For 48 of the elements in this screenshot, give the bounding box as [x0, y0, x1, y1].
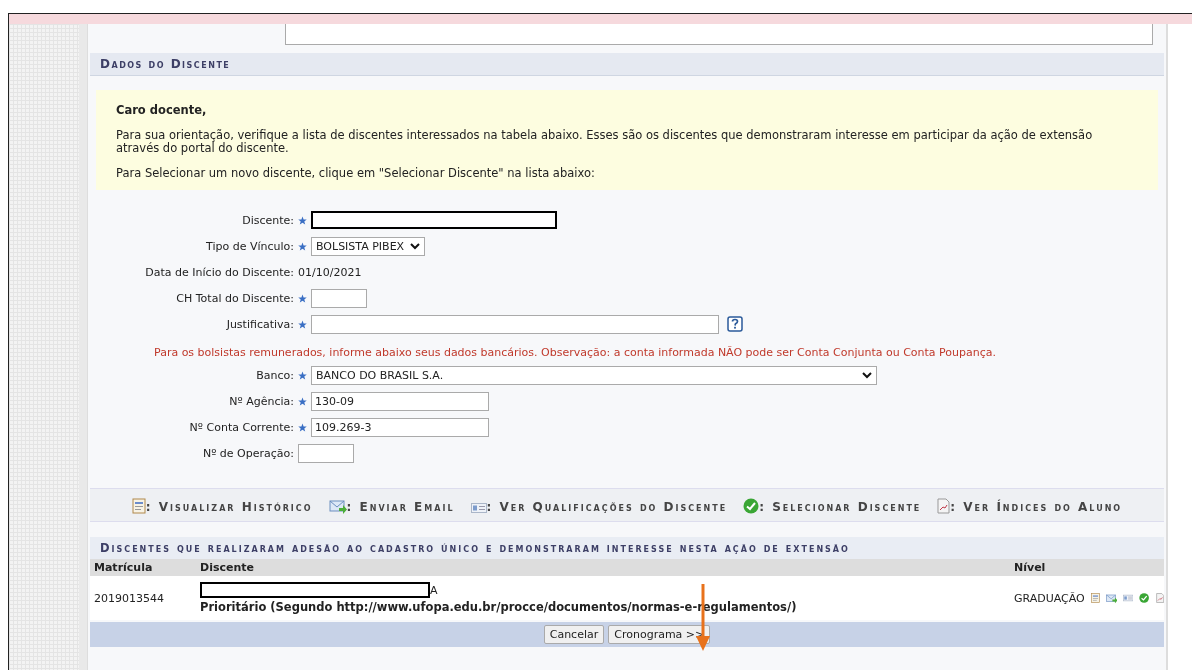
- text-area[interactable]: [285, 24, 1153, 45]
- legend-label: : Ver Índices do Aluno: [950, 500, 1123, 514]
- vinculo-select[interactable]: BOLSISTA PIBEX: [311, 236, 426, 256]
- dropdown-caret-icon: [862, 371, 872, 379]
- bank-warning: Para os bolsistas remunerados, informe abaixo seus dados bancários. Observação: a conta informada NÃO pode ser Conta Conjunta ou Conta Poupança.: [153, 346, 997, 359]
- greeting-text: Caro docente,: [116, 103, 208, 117]
- cancel-button[interactable]: Cancelar: [543, 625, 605, 644]
- field-label: Nº Agência:: [228, 394, 295, 408]
- input-field[interactable]: [311, 288, 367, 308]
- history-icon[interactable]: [1090, 590, 1100, 606]
- field-label: CH Total do Discente:: [175, 291, 295, 305]
- dropdown-caret-icon: [410, 242, 421, 250]
- column-header: Nível: [1014, 561, 1047, 574]
- table-title: Discentes que realizaram adesão ao cadastro único e demonstraram interesse nesta ação de extensão: [90, 537, 1164, 559]
- check-icon[interactable]: [743, 498, 760, 514]
- check-icon[interactable]: [1139, 590, 1150, 606]
- info-paragraph: Para Selecionar um novo discente, clique em "Selecionar Discente" na lista abaixo:: [116, 167, 596, 180]
- id-card-icon[interactable]: [1123, 592, 1134, 604]
- column-header: Discente: [200, 561, 255, 574]
- table-cell: GRADUAÇÃO: [1014, 591, 1085, 605]
- chart-document-icon[interactable]: [937, 498, 951, 514]
- bank-select[interactable]: BANCO DO BRASIL S.A.: [311, 365, 877, 385]
- legend-label: : Ver Qualificações do Discente: [486, 500, 728, 514]
- field-label: Banco:: [255, 368, 295, 382]
- email-icon[interactable]: [328, 499, 347, 514]
- field-label: Nº de Operação:: [201, 446, 295, 460]
- legend-label: : Selecionar Discente: [759, 500, 922, 514]
- field-label: Data de Início do Discente:: [144, 265, 295, 279]
- field-label: Tipo de Vínculo:: [205, 239, 295, 253]
- field-label: Justificativa:: [225, 317, 295, 331]
- id-card-icon[interactable]: [470, 502, 487, 514]
- field-value: 01/10/2021: [298, 265, 362, 279]
- field-label: Nº Conta Corrente:: [188, 420, 295, 434]
- input-field[interactable]: 109.269-3: [311, 417, 489, 437]
- info-paragraph: Para sua orientação, verifique a lista de discentes interessados na tabela abaixo. Esses são os discentes que demonstraram interesse em participar da ação de extensão através do portal do discente.: [116, 129, 1094, 155]
- chart-document-icon[interactable]: [1155, 590, 1164, 606]
- input-field[interactable]: [298, 443, 354, 463]
- table-cell-text: 2019013544: [94, 591, 165, 605]
- column-header: Matrícula: [94, 561, 154, 574]
- legend-label: : Enviar Email: [346, 500, 455, 514]
- input-field[interactable]: 130-09: [311, 391, 489, 411]
- legend-label: : Visualizar Histórico: [145, 500, 313, 514]
- input-field[interactable]: [311, 314, 719, 334]
- field-label: Discente:: [241, 213, 295, 227]
- history-icon[interactable]: [131, 498, 146, 514]
- section-title: Dados do Discente: [90, 53, 1164, 76]
- help-icon[interactable]: [727, 316, 743, 332]
- name-fragment: A: [430, 583, 438, 597]
